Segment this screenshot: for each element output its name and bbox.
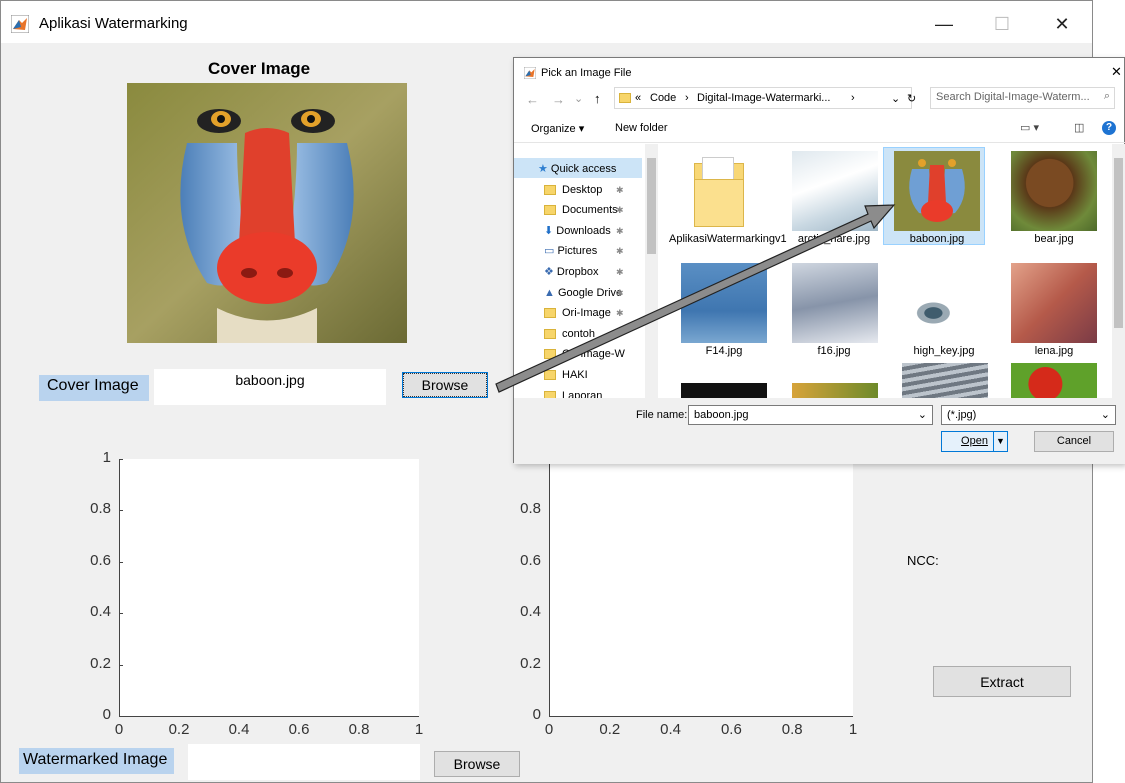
annotation-arrow xyxy=(495,204,896,393)
